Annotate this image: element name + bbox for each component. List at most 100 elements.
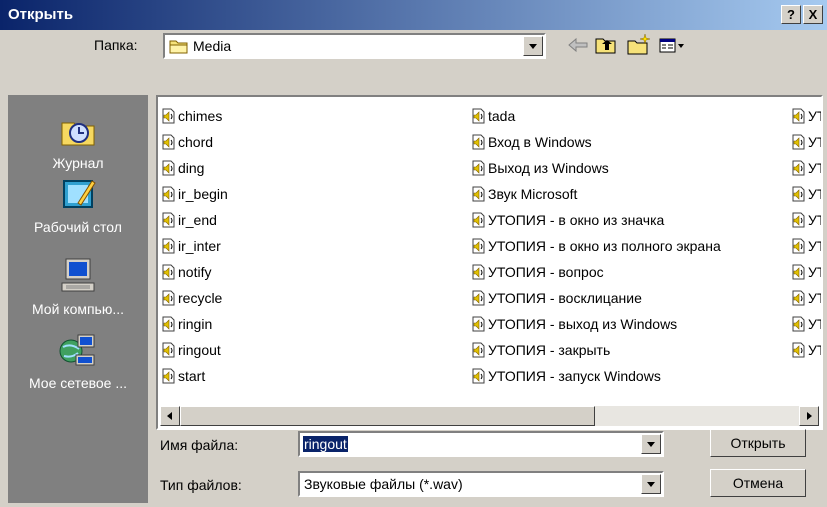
place-network[interactable]: Мое сетевое ... xyxy=(8,329,148,391)
file-name: УТОПИЯ - в окно из полного экрана xyxy=(488,238,721,254)
up-folder-icon[interactable] xyxy=(594,32,618,58)
file-name: УТ xyxy=(808,212,821,228)
file-item[interactable]: УТ xyxy=(790,259,821,285)
places-bar: Журнал Рабочий стол Мой компью... Мое се… xyxy=(8,95,148,503)
file-item[interactable]: ringout xyxy=(160,337,228,363)
place-my-computer[interactable]: Мой компью... xyxy=(8,255,148,317)
file-item[interactable]: Выход из Windows xyxy=(470,155,721,181)
file-item[interactable]: ir_begin xyxy=(160,181,228,207)
filetype-dropdown-button[interactable] xyxy=(641,474,661,494)
close-button[interactable]: X xyxy=(803,5,823,24)
file-column-1: chimes chord ding ir_begin ir_end ir_internot… xyxy=(160,103,228,389)
filetype-select[interactable]: Звуковые файлы (*.wav) xyxy=(298,471,664,497)
file-item[interactable]: УТ xyxy=(790,311,821,337)
file-item[interactable]: chord xyxy=(160,129,228,155)
file-item[interactable]: УТ xyxy=(790,129,821,155)
sound-file-icon xyxy=(472,108,485,124)
sound-file-icon xyxy=(162,160,175,176)
file-item[interactable]: УТ xyxy=(790,155,821,181)
file-name: УТОПИЯ - запуск Windows xyxy=(488,368,661,384)
file-name: recycle xyxy=(178,290,223,306)
file-item[interactable]: УТОПИЯ - выход из Windows xyxy=(470,311,721,337)
file-item[interactable]: Звук Microsoft xyxy=(470,181,721,207)
folder-icon xyxy=(169,40,188,54)
window-title: Открыть xyxy=(8,6,74,23)
sound-file-icon xyxy=(472,186,485,202)
scroll-right-button[interactable] xyxy=(799,406,819,426)
view-menu-icon[interactable] xyxy=(658,32,686,58)
file-name: УТ xyxy=(808,108,821,124)
new-folder-icon[interactable] xyxy=(626,32,652,58)
place-desktop[interactable]: Рабочий стол xyxy=(8,173,148,235)
file-item[interactable]: УТ xyxy=(790,103,821,129)
file-name: УТ xyxy=(808,186,821,202)
file-item[interactable]: Вход в Windows xyxy=(470,129,721,155)
file-item[interactable]: tada xyxy=(470,103,721,129)
file-list[interactable]: chimes chord ding ir_begin ir_end ir_internot… xyxy=(156,95,823,430)
file-item[interactable]: start xyxy=(160,363,228,389)
folder-dropdown-button[interactable] xyxy=(523,36,543,56)
file-item[interactable]: УТОПИЯ - восклицание xyxy=(470,285,721,311)
file-name: УТОПИЯ - закрыть xyxy=(488,342,611,358)
file-item[interactable]: УТОПИЯ - в окно из значка xyxy=(470,207,721,233)
file-name: ir_end xyxy=(178,212,217,228)
file-item[interactable]: УТОПИЯ - вопрос xyxy=(470,259,721,285)
file-name: ir_inter xyxy=(178,238,221,254)
sound-file-icon xyxy=(162,212,175,228)
place-my-computer-label: Мой компью... xyxy=(31,301,125,317)
file-item[interactable]: УТОПИЯ - закрыть xyxy=(470,337,721,363)
file-name: УТ xyxy=(808,290,821,306)
file-item[interactable]: recycle xyxy=(160,285,228,311)
file-name: start xyxy=(178,368,206,384)
file-item[interactable]: УТОПИЯ - запуск Windows xyxy=(470,363,721,389)
file-item[interactable]: ding xyxy=(160,155,228,181)
folder-combobox[interactable]: Media xyxy=(163,33,546,59)
sound-file-icon xyxy=(792,316,805,332)
sound-file-icon xyxy=(792,238,805,254)
filename-input[interactable]: ringout xyxy=(298,431,664,457)
back-arrow-icon[interactable] xyxy=(566,32,590,58)
sound-file-icon xyxy=(162,108,175,124)
place-history-label: Журнал xyxy=(52,155,104,171)
sound-file-icon xyxy=(162,342,175,358)
open-button[interactable]: Открыть xyxy=(710,429,806,457)
sound-file-icon xyxy=(162,134,175,150)
file-name: chimes xyxy=(178,108,223,124)
file-item[interactable]: ir_end xyxy=(160,207,228,233)
file-item[interactable]: УТ xyxy=(790,207,821,233)
file-name: УТОПИЯ - восклицание xyxy=(488,290,642,306)
file-name: ir_begin xyxy=(178,186,228,202)
file-item[interactable]: ir_inter xyxy=(160,233,228,259)
my-computer-icon xyxy=(61,258,95,292)
sound-file-icon xyxy=(472,238,485,254)
file-item[interactable]: ringin xyxy=(160,311,228,337)
sound-file-icon xyxy=(472,134,485,150)
sound-file-icon xyxy=(162,186,175,202)
file-item[interactable]: УТ xyxy=(790,285,821,311)
file-item[interactable]: УТ xyxy=(790,181,821,207)
scrollbar-thumb[interactable] xyxy=(180,406,595,426)
sound-file-icon xyxy=(792,186,805,202)
sound-file-icon xyxy=(792,342,805,358)
filename-dropdown-button[interactable] xyxy=(641,434,661,454)
file-item[interactable]: УТ xyxy=(790,337,821,363)
help-button[interactable]: ? xyxy=(781,5,801,24)
sound-file-icon xyxy=(472,368,485,384)
place-history[interactable]: Журнал xyxy=(8,109,148,171)
file-name: УТ xyxy=(808,342,821,358)
sound-file-icon xyxy=(472,316,485,332)
file-item[interactable]: УТ xyxy=(790,233,821,259)
file-name: ringin xyxy=(178,316,213,332)
scroll-left-button[interactable] xyxy=(160,406,180,426)
file-name: notify xyxy=(178,264,212,280)
file-name: Выход из Windows xyxy=(488,160,609,176)
file-item[interactable]: УТОПИЯ - в окно из полного экрана xyxy=(470,233,721,259)
network-places-icon xyxy=(59,334,95,366)
horizontal-scrollbar[interactable] xyxy=(160,406,819,426)
sound-file-icon xyxy=(792,160,805,176)
file-item[interactable]: notify xyxy=(160,259,228,285)
sound-file-icon xyxy=(162,264,175,280)
cancel-button[interactable]: Отмена xyxy=(710,469,806,497)
file-item[interactable]: chimes xyxy=(160,103,228,129)
place-network-label: Мое сетевое ... xyxy=(28,375,128,391)
